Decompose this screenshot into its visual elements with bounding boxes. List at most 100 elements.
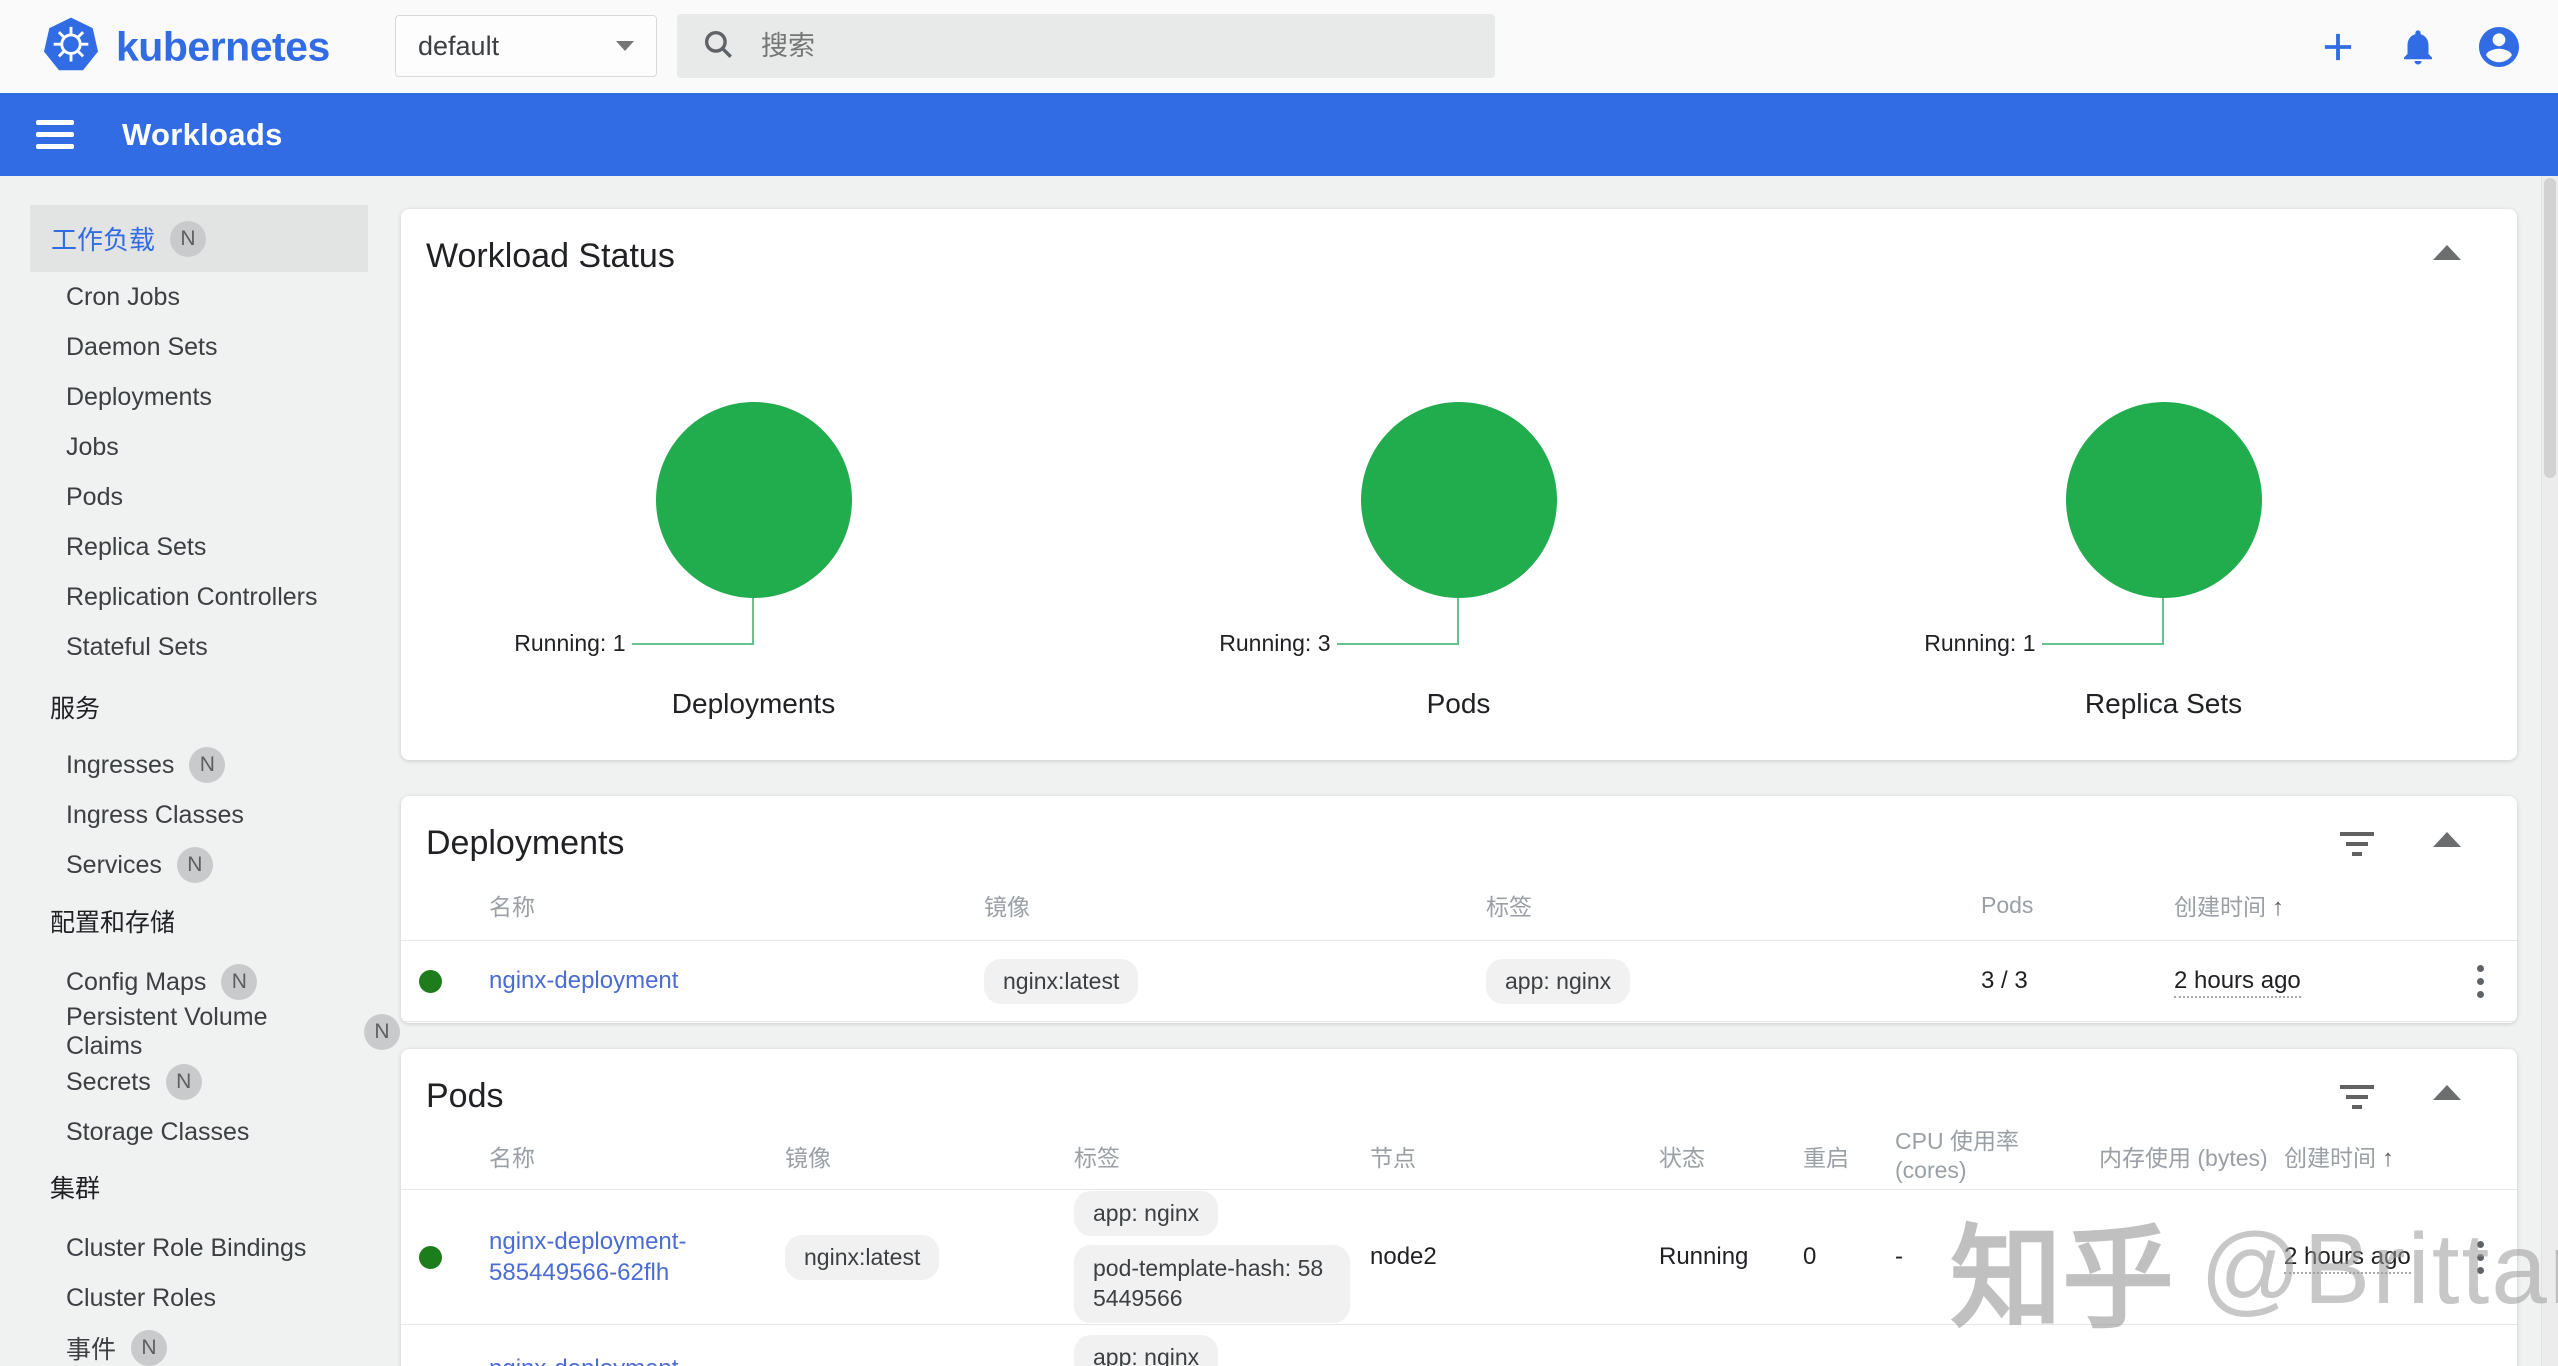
- collapse-card-button[interactable]: [2433, 832, 2461, 847]
- sidebar-item-storage-classes[interactable]: Storage Classes: [0, 1107, 400, 1157]
- sort-ascending-icon: ↑: [2382, 1145, 2394, 1172]
- legend-connector: [2041, 598, 2164, 645]
- sidebar-item-ingress-classes[interactable]: Ingress Classes: [0, 790, 400, 840]
- column-header-restarts: 重启: [1803, 1145, 1849, 1171]
- column-header-labels: 标签: [1074, 1145, 1120, 1171]
- created-time: 2 hours ago: [2174, 967, 2301, 998]
- card-title: Pods: [426, 1077, 504, 1115]
- column-header-node: 节点: [1370, 1145, 1416, 1171]
- label-chip: app: nginx: [1074, 1191, 1219, 1237]
- menu-button[interactable]: [36, 113, 80, 156]
- column-header-name: 名称: [489, 894, 535, 920]
- kubernetes-logo[interactable]: kubernetes: [42, 16, 330, 77]
- sidebar-item-config-maps[interactable]: Config Maps N: [0, 957, 400, 1007]
- label-chip: app: nginx: [1074, 1335, 1219, 1366]
- scrollbar-thumb[interactable]: [2544, 178, 2556, 478]
- label-chip: app: nginx: [1486, 958, 1631, 1004]
- sidebar-item-replication-controllers[interactable]: Replication Controllers: [0, 572, 400, 622]
- notifications-button[interactable]: [2394, 23, 2442, 71]
- n-badge: N: [165, 1064, 202, 1100]
- n-badge: N: [170, 220, 207, 257]
- sidebar-item-secrets[interactable]: Secrets N: [0, 1057, 400, 1107]
- sidebar-item-cluster-roles[interactable]: Cluster Roles: [0, 1273, 400, 1323]
- status-ok-icon: [419, 1245, 442, 1269]
- column-header-image: 镜像: [984, 894, 1030, 920]
- account-button[interactable]: [2474, 22, 2524, 72]
- app-header: kubernetes default: [0, 0, 2558, 93]
- create-resource-button[interactable]: [2315, 24, 2361, 70]
- sidebar-item-cron-jobs[interactable]: Cron Jobs: [0, 272, 400, 322]
- sidebar-item-workloads[interactable]: 工作负载 N: [30, 205, 368, 272]
- page-toolbar: Workloads: [0, 93, 2558, 176]
- vertical-scrollbar[interactable]: [2541, 176, 2558, 1366]
- pod-restarts: 0: [1803, 1243, 1817, 1270]
- sidebar-item-persistent-volume-claims[interactable]: Persistent Volume Claims N: [0, 1003, 400, 1060]
- sidebar-item-stateful-sets[interactable]: Stateful Sets: [0, 622, 400, 672]
- column-header-pods: Pods: [1981, 891, 2034, 918]
- deployments-pie-chart: Running: 1 Deployments: [401, 402, 1106, 742]
- column-header-status: 状态: [1659, 1145, 1705, 1171]
- label-chip: pod-template-hash: 585449566: [1074, 1245, 1350, 1323]
- pie-legend: Running: 1: [514, 630, 626, 656]
- sort-ascending-icon: ↑: [2272, 894, 2284, 921]
- column-header-name: 名称: [489, 1145, 535, 1171]
- sidebar-item-events[interactable]: 事件 N: [0, 1323, 400, 1366]
- chart-title: Replica Sets: [2084, 688, 2243, 719]
- pod-table-row: nginx-deployment- nginx:latest app: ngin…: [401, 1325, 2517, 1366]
- n-badge: N: [189, 747, 226, 783]
- pods-card: Pods 名称 镜像 标签 节点 状态 重启 CPU 使用率 (cores) 内存…: [401, 1049, 2517, 1366]
- row-actions-menu-button[interactable]: [2471, 959, 2490, 1004]
- card-title: Deployments: [426, 824, 625, 862]
- created-time: 2 hours ago: [2284, 1243, 2411, 1274]
- sidebar-item-jobs[interactable]: Jobs: [0, 422, 400, 472]
- column-header-labels: 标签: [1486, 894, 1532, 920]
- sidebar-item-replica-sets[interactable]: Replica Sets: [0, 522, 400, 572]
- pie-legend: Running: 3: [1219, 630, 1331, 656]
- column-header-cpu: CPU 使用率 (cores): [1895, 1128, 2019, 1183]
- pod-table-row: nginx-deployment- 585449566-62flh nginx:l…: [401, 1190, 2517, 1325]
- pods-pie-chart: Running: 3 Pods: [1106, 402, 1811, 742]
- pie-legend: Running: 1: [1924, 630, 2036, 656]
- filter-icon[interactable]: [2339, 1085, 2375, 1115]
- deployment-name-link[interactable]: nginx-deployment: [489, 967, 678, 994]
- sidebar-item-pods[interactable]: Pods: [0, 472, 400, 522]
- sidebar-item-services[interactable]: Services N: [0, 840, 400, 890]
- pod-node: node2: [1370, 1243, 1437, 1270]
- pods-table-header: 名称 镜像 标签 节点 状态 重启 CPU 使用率 (cores) 内存使用 (b…: [401, 1123, 2517, 1190]
- pie-running: [2065, 402, 2262, 598]
- collapse-card-button[interactable]: [2433, 245, 2461, 260]
- pod-name-link[interactable]: nginx-deployment- 585449566-62flh: [489, 1228, 686, 1286]
- legend-connector: [631, 598, 754, 645]
- n-badge: N: [221, 964, 258, 1000]
- column-header-memory: 内存使用 (bytes): [2099, 1145, 2268, 1171]
- legend-connector: [1336, 598, 1459, 645]
- column-header-created[interactable]: 创建时间 ↑: [2284, 1139, 2444, 1173]
- column-header-image: 镜像: [785, 1145, 831, 1171]
- status-ok-icon: [419, 969, 442, 993]
- deployments-table-header: 名称 镜像 标签 Pods 创建时间 ↑: [401, 870, 2517, 941]
- sidebar-section-service: 服务: [50, 695, 101, 723]
- filter-icon[interactable]: [2339, 832, 2375, 862]
- chevron-down-icon: [616, 41, 634, 51]
- sidebar-section-cluster: 集群: [50, 1175, 101, 1203]
- pod-cpu: -: [1895, 1243, 1903, 1270]
- column-header-created[interactable]: 创建时间 ↑: [2174, 888, 2444, 922]
- image-chip: nginx:latest: [984, 958, 1139, 1004]
- search-input[interactable]: [761, 30, 1471, 62]
- sidebar-item-ingresses[interactable]: Ingresses N: [0, 740, 400, 790]
- page-title: Workloads: [122, 116, 283, 152]
- sidebar-item-cluster-role-bindings[interactable]: Cluster Role Bindings: [0, 1223, 400, 1273]
- n-badge: N: [364, 1014, 400, 1050]
- search-icon: [701, 27, 735, 66]
- sidebar-item-daemon-sets[interactable]: Daemon Sets: [0, 322, 400, 372]
- kubernetes-dashboard: kubernetes default 搜索 Workloads 工作负载 N C…: [0, 0, 2558, 1366]
- collapse-card-button[interactable]: [2433, 1085, 2461, 1100]
- row-actions-menu-button[interactable]: [2471, 1235, 2490, 1280]
- n-badge: N: [131, 1330, 168, 1366]
- replica-sets-pie-chart: Running: 1 Replica Sets: [1811, 402, 2516, 742]
- workload-status-charts: Running: 1 Deployments Running: 3 Pods R…: [401, 402, 2517, 742]
- search-bar: [677, 14, 1495, 78]
- pod-name-link[interactable]: nginx-deployment-: [489, 1355, 686, 1366]
- sidebar-item-deployments[interactable]: Deployments: [0, 372, 400, 422]
- namespace-selector[interactable]: default: [395, 15, 657, 77]
